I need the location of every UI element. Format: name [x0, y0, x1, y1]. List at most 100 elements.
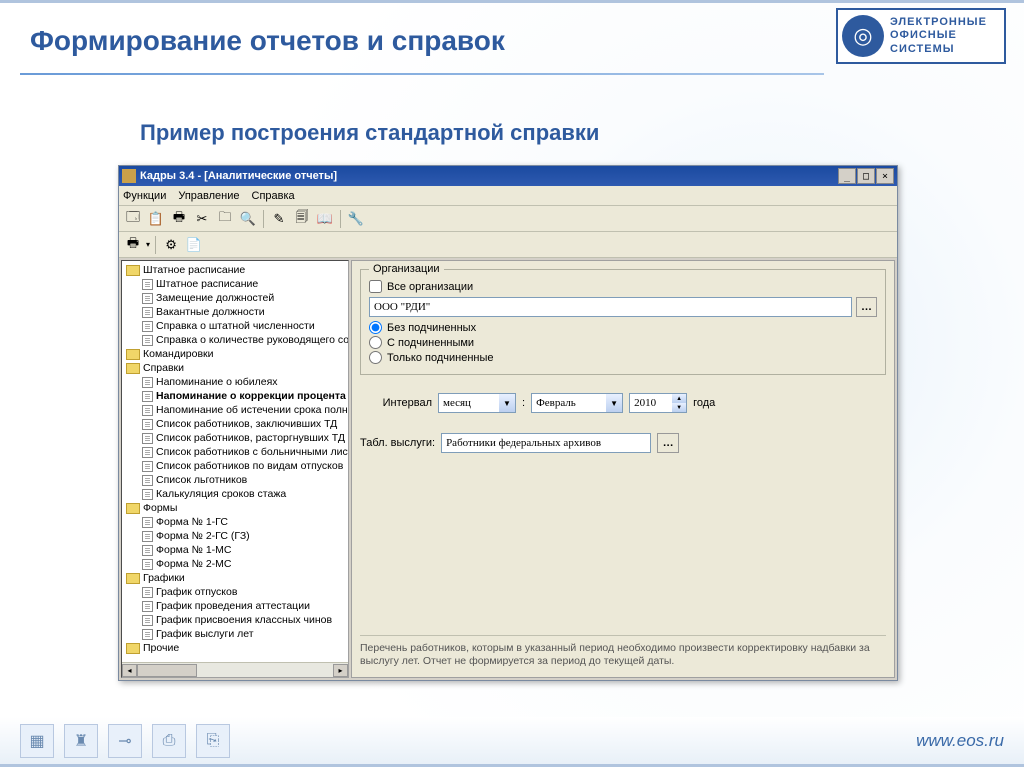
menu-functions[interactable]: Функции — [123, 190, 166, 202]
tree-leaf[interactable]: Напоминание о юбилеях — [122, 375, 348, 389]
maximize-button[interactable]: □ — [857, 168, 875, 184]
tree-leaf[interactable]: Вакантные должности — [122, 305, 348, 319]
year-spinner[interactable]: 2010 ▲ ▼ — [629, 393, 687, 413]
radio-no-sub[interactable] — [369, 321, 382, 334]
printer-dropdown-icon[interactable]: ▾ — [146, 240, 150, 249]
tree-item-label: Формы — [143, 501, 177, 515]
document-icon — [142, 587, 153, 598]
tree-folder[interactable]: Штатное расписание — [122, 263, 348, 277]
year-down-icon[interactable]: ▼ — [672, 403, 686, 412]
folder-icon — [126, 503, 140, 514]
tree-leaf[interactable]: Список льготников — [122, 473, 348, 487]
tool-card-icon[interactable]: 🗔 — [123, 209, 143, 229]
tree-leaf[interactable]: Список работников, заключивших ТД — [122, 417, 348, 431]
tree-leaf[interactable]: График проведения аттестации — [122, 599, 348, 613]
form-panel: Организации Все организации … Без подчин… — [351, 260, 895, 678]
tree-leaf[interactable]: График присвоения классных чинов — [122, 613, 348, 627]
close-button[interactable]: × — [876, 168, 894, 184]
scroll-right-icon[interactable]: ▸ — [333, 664, 348, 677]
tool-cut-icon[interactable]: ✂ — [192, 209, 212, 229]
radio-no-sub-row[interactable]: Без подчиненных — [369, 321, 877, 334]
tree-leaf[interactable]: Напоминание о коррекции процента — [122, 389, 348, 403]
tree-item-label: Список работников, заключивших ТД — [156, 417, 337, 431]
tree-panel: Штатное расписаниеШтатное расписаниеЗаме… — [121, 260, 349, 678]
all-orgs-label: Все организации — [387, 281, 473, 293]
document-icon — [142, 391, 153, 402]
document-icon — [142, 629, 153, 640]
document-icon — [142, 545, 153, 556]
tree-horizontal-scrollbar[interactable]: ◂ ▸ — [122, 662, 348, 677]
year-up-icon[interactable]: ▲ — [672, 394, 686, 403]
toolbar-secondary: 🖶 ▾ ⚙ 📄 — [119, 232, 897, 258]
tree-leaf[interactable]: Справка о количестве руководящего сос — [122, 333, 348, 347]
tree-leaf[interactable]: Форма № 1-МС — [122, 543, 348, 557]
tree-leaf[interactable]: Напоминание об истечении срока полном — [122, 403, 348, 417]
minimize-button[interactable]: _ — [838, 168, 856, 184]
radio-with-sub[interactable] — [369, 336, 382, 349]
document-icon — [142, 321, 153, 332]
tree-item-label: Список работников, расторгнувших ТД — [156, 431, 345, 445]
tree-leaf[interactable]: Список работников, расторгнувших ТД — [122, 431, 348, 445]
interval-unit-select[interactable]: месяц ▼ — [438, 393, 516, 413]
folder-icon — [126, 643, 140, 654]
organization-input[interactable] — [369, 297, 852, 317]
tree-folder[interactable]: Справки — [122, 361, 348, 375]
logo-icon: ◎ — [842, 15, 884, 57]
scroll-left-icon[interactable]: ◂ — [122, 664, 137, 677]
tree-leaf[interactable]: График отпусков — [122, 585, 348, 599]
menu-management[interactable]: Управление — [178, 190, 239, 202]
tree-leaf[interactable]: Список работников с больничными листа — [122, 445, 348, 459]
document-icon — [142, 377, 153, 388]
all-orgs-checkbox-row[interactable]: Все организации — [369, 280, 877, 293]
tool-list-icon[interactable]: 📋 — [146, 209, 166, 229]
document-icon — [142, 405, 153, 416]
tree-item-label: График выслуги лет — [156, 627, 254, 641]
tool-config-icon[interactable]: 🔧 — [346, 209, 366, 229]
document-icon — [142, 475, 153, 486]
month-select[interactable]: Февраль ▼ — [531, 393, 623, 413]
tree-folder[interactable]: Прочие — [122, 641, 348, 655]
tree-leaf[interactable]: Штатное расписание — [122, 277, 348, 291]
tree-folder[interactable]: Графики — [122, 571, 348, 585]
radio-only-sub[interactable] — [369, 351, 382, 364]
tool-search-icon[interactable]: 🔍 — [238, 209, 258, 229]
document-icon — [142, 293, 153, 304]
table-browse-button[interactable]: … — [657, 433, 679, 453]
radio-only-sub-row[interactable]: Только подчиненные — [369, 351, 877, 364]
tree-leaf[interactable]: Форма № 1-ГС — [122, 515, 348, 529]
page-title: Формирование отчетов и справок — [30, 25, 505, 57]
toolbar-main: 🗔 📋 🖶 ✂ 🗀 🔍 ✎ 🗐 📖 🔧 — [119, 206, 897, 232]
folder-icon — [126, 265, 140, 276]
chevron-down-icon[interactable]: ▼ — [499, 394, 515, 412]
tool-export-icon[interactable]: 📄 — [184, 235, 204, 255]
radio-with-sub-row[interactable]: С подчиненными — [369, 336, 877, 349]
year-suffix: года — [693, 397, 715, 409]
tool-print-icon[interactable]: 🖶 — [169, 209, 189, 229]
organizations-fieldset: Организации Все организации … Без подчин… — [360, 269, 886, 375]
tree-leaf[interactable]: Справка о штатной численности — [122, 319, 348, 333]
folder-icon — [126, 573, 140, 584]
organization-browse-button[interactable]: … — [856, 297, 877, 317]
tree-leaf[interactable]: Форма № 2-ГС (ГЗ) — [122, 529, 348, 543]
tree-leaf[interactable]: Форма № 2-МС — [122, 557, 348, 571]
tree-folder[interactable]: Командировки — [122, 347, 348, 361]
tool-printer-icon[interactable]: 🖶 — [123, 235, 143, 255]
tool-run-icon[interactable]: ⚙ — [161, 235, 181, 255]
all-orgs-checkbox[interactable] — [369, 280, 382, 293]
footer-url: www.eos.ru — [916, 731, 1004, 751]
tool-book-icon[interactable]: 📖 — [315, 209, 335, 229]
tree-leaf[interactable]: Список работников по видам отпусков — [122, 459, 348, 473]
document-icon — [142, 447, 153, 458]
tool-folder-icon[interactable]: 🗀 — [215, 209, 235, 229]
tree-folder[interactable]: Формы — [122, 501, 348, 515]
tree-leaf[interactable]: График выслуги лет — [122, 627, 348, 641]
tree-item-label: Напоминание о юбилеях — [156, 375, 278, 389]
tool-copy-icon[interactable]: 🗐 — [292, 209, 312, 229]
tool-edit-icon[interactable]: ✎ — [269, 209, 289, 229]
report-description: Перечень работников, которым в указанный… — [360, 635, 886, 669]
tree-leaf[interactable]: Калькуляция сроков стажа — [122, 487, 348, 501]
table-input[interactable] — [441, 433, 651, 453]
tree-leaf[interactable]: Замещение должностей — [122, 291, 348, 305]
menu-help[interactable]: Справка — [252, 190, 295, 202]
chevron-down-icon[interactable]: ▼ — [606, 394, 622, 412]
